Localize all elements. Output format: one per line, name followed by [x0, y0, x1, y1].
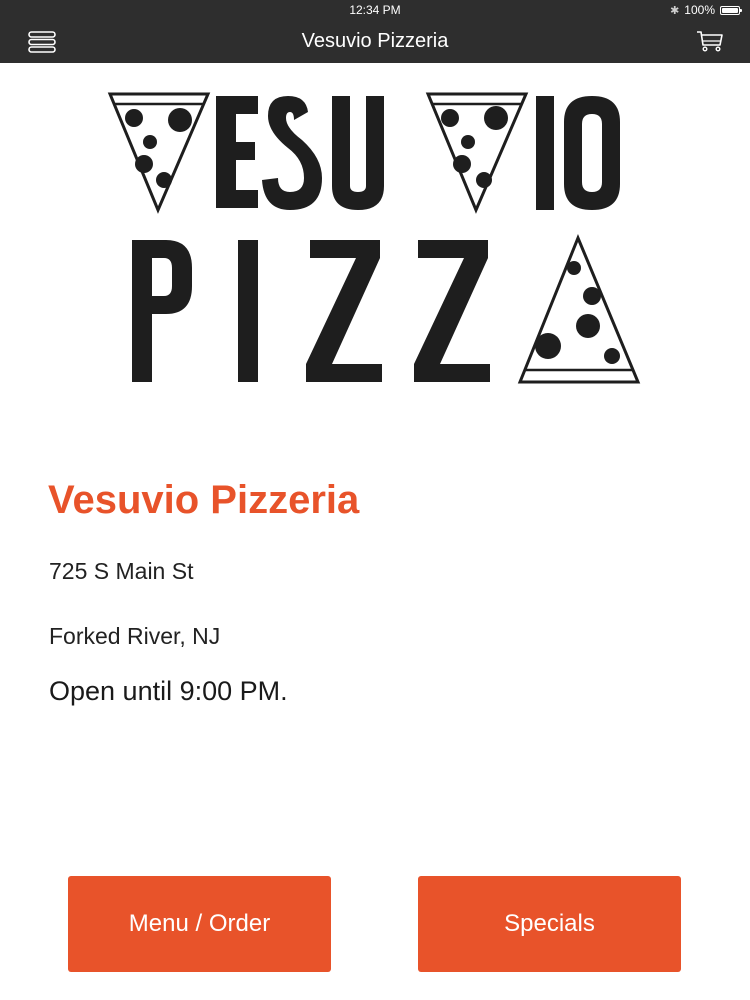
battery-icon: [720, 5, 742, 15]
nav-title: Vesuvio Pizzeria: [301, 30, 449, 52]
restaurant-name: Vesuvio Pizzeria: [48, 478, 360, 522]
logo-line-2: [132, 234, 641, 384]
pizza-slice-icon: [107, 92, 211, 214]
menu-order-button[interactable]: Menu / Order: [68, 876, 331, 972]
pizza-slice-icon: [517, 234, 641, 384]
logo-line-1: [107, 92, 620, 214]
status-time: 12:34 PM: [349, 3, 401, 17]
bluetooth-icon: ✱: [670, 4, 680, 17]
menu-order-label: Menu / Order: [128, 910, 271, 937]
specials-label: Specials: [504, 910, 595, 937]
status-right: ✱ 100%: [670, 3, 742, 17]
pizza-slice-icon: [425, 92, 529, 214]
nav-bar: Vesuvio Pizzeria: [0, 20, 750, 63]
cart-icon: [697, 31, 723, 52]
battery-percent: 100%: [684, 3, 715, 17]
status-bar: 12:34 PM ✱ 100%: [0, 0, 750, 20]
address-line-2: Forked River, NJ: [49, 623, 221, 649]
vesuvio-pizza-logo: [107, 92, 641, 384]
cart-button[interactable]: [696, 29, 724, 53]
open-hours: Open until 9:00 PM.: [49, 676, 288, 706]
address-line-1: 725 S Main St: [49, 558, 194, 584]
specials-button[interactable]: Specials: [418, 876, 681, 972]
